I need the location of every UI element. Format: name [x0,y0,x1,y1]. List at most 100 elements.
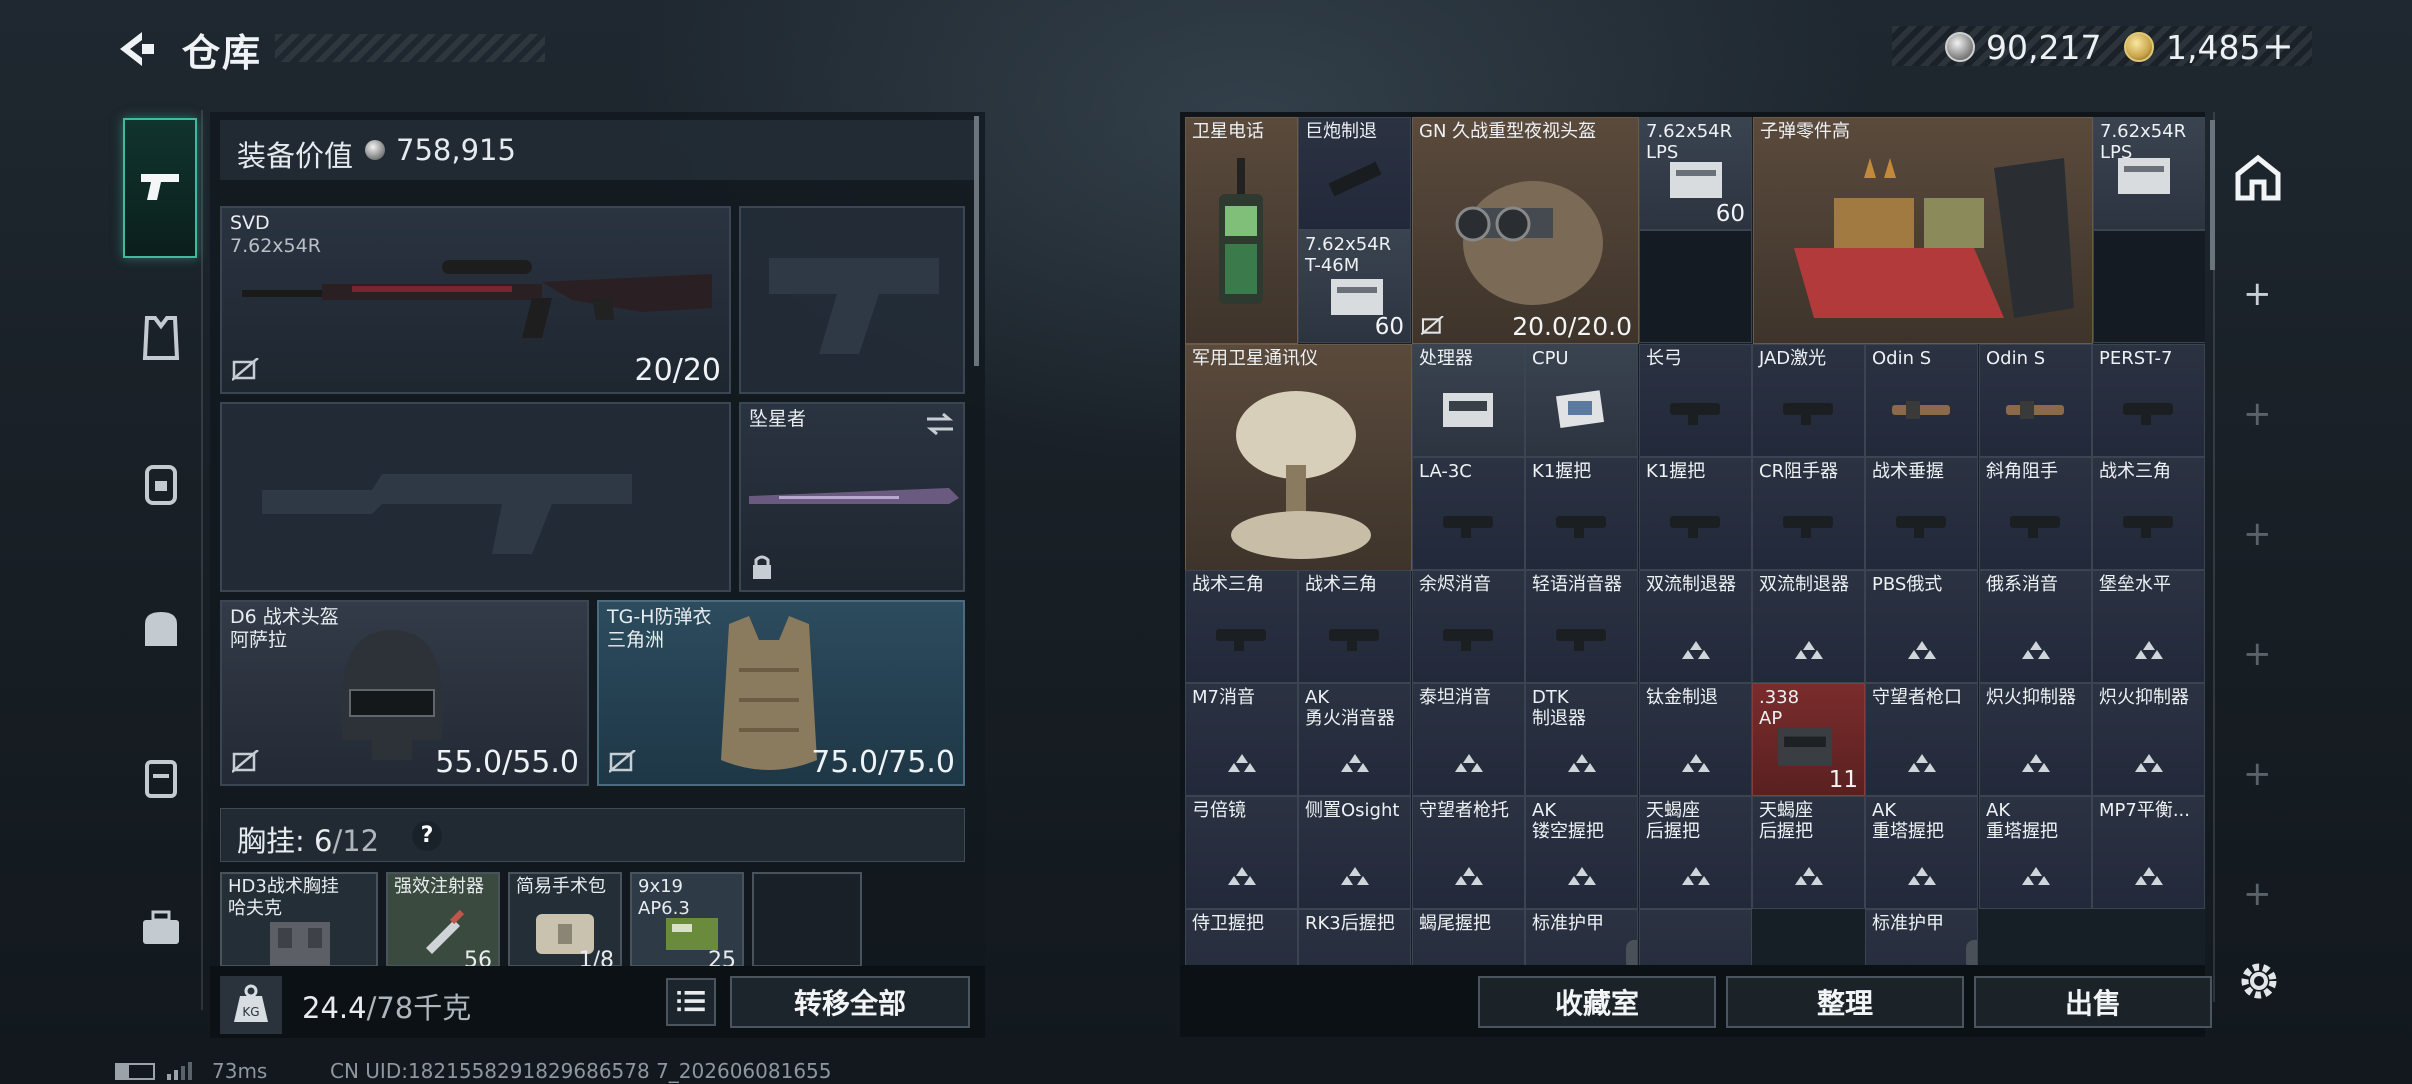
stash-item[interactable]: DTK 制退器 [1525,683,1638,796]
stash-item[interactable]: 标准护甲 [1525,909,1638,965]
stash-item[interactable]: 标准护甲 [1865,909,1978,965]
item-name: 轻语消音器 [1532,574,1622,595]
stash-item[interactable]: RK3后握把 [1298,909,1411,965]
chest-rig-item[interactable]: HD3战术胸挂 哈夫克 [220,872,378,969]
stash-item[interactable]: 炽火抑制器 [2092,683,2205,796]
syringe-image [426,909,465,954]
swap-icon[interactable] [925,412,955,436]
stash-scrollbar[interactable] [2210,120,2215,270]
settings-gear-icon[interactable] [2236,958,2282,1004]
stash-item[interactable]: JAD激光 [1752,344,1865,457]
list-view-button[interactable] [666,978,716,1026]
stash-item[interactable]: AK 勇火消音器 [1298,683,1411,796]
add-stash-page-button[interactable]: + [2243,874,2272,914]
chest-rig-empty-slot[interactable] [752,872,862,967]
stash-item[interactable]: 俄系消音 [1979,570,2092,683]
sort-button[interactable]: 整理 [1726,976,1964,1028]
stash-item[interactable]: 守望者枪托 [1412,796,1525,909]
stash-item[interactable]: AK 镂空握把 [1525,796,1638,909]
sell-button[interactable]: 出售 [1974,976,2212,1028]
stash-item[interactable]: AK 重塔握把 [1979,796,2092,909]
nav-case-tab[interactable] [133,748,189,804]
stash-item[interactable]: 炽火抑制器 [1979,683,2092,796]
stash-item[interactable]: 斜角阻手 [1979,457,2092,570]
stash-item[interactable]: 天蝎座 后握把 [1639,796,1752,909]
loadout-scrollbar[interactable] [974,116,979,366]
surgery-kit-item[interactable]: 简易手术包 1/8 [508,872,622,973]
stash-item-night-vision-helmet[interactable]: GN 久战重型夜视头盔 20.0/20.0 [1412,117,1639,344]
add-stash-page-button[interactable]: + [2243,754,2272,794]
back-arrow-icon[interactable] [112,28,158,70]
stash-item[interactable]: K1握把 [1639,457,1752,570]
nav-backpack-tab[interactable] [133,455,189,511]
stash-empty-cell[interactable] [1639,230,1752,343]
stash-empty-cell[interactable] [1639,909,1752,965]
ammo-box-image [1331,279,1383,315]
stash-item[interactable]: Odin S [1865,344,1978,457]
nav-bag-tab[interactable] [133,600,189,656]
stash-item[interactable]: 泰坦消音 [1412,683,1525,796]
stash-item[interactable]: CPU [1525,344,1638,457]
stash-item[interactable]: M7消音 [1185,683,1298,796]
add-stash-page-button[interactable]: + [2243,634,2272,674]
stash-item[interactable]: MP7平衡... [2092,796,2205,909]
stash-item[interactable]: 战术三角 [1185,570,1298,683]
stash-item[interactable]: 蝎尾握把 [1412,909,1525,965]
body-armor-slot[interactable]: TG-H防弹衣 三角洲 75.0/75.0 [597,600,965,786]
add-stash-page-button[interactable]: + [2243,514,2272,554]
stash-item[interactable]: K1握把 [1525,457,1638,570]
stash-item[interactable]: 余烬消音 [1412,570,1525,683]
stash-home-icon[interactable] [2232,152,2284,204]
armor-bag-image [1966,940,1977,965]
stash-item[interactable]: 7.62x54R LPS [2093,117,2205,230]
stash-item[interactable]: 钛金制退 [1639,683,1752,796]
item-name: CPU [1532,348,1569,369]
stash-item[interactable]: AK 重塔握把 [1865,796,1978,909]
add-stash-page-button[interactable]: + [2243,394,2272,434]
stash-item[interactable]: PBS俄式 [1865,570,1978,683]
stash-item[interactable]: LA-3C [1412,457,1525,570]
stash-item[interactable]: 巨炮制退 [1298,117,1411,230]
stash-item-satellite-phone[interactable]: 卫星电话 [1185,117,1298,344]
stash-item[interactable]: 双流制退器 [1639,570,1752,683]
stash-empty-cell[interactable] [2093,230,2205,343]
stash-item[interactable]: 战术三角 [1298,570,1411,683]
transfer-all-button[interactable]: 转移全部 [730,976,970,1028]
stash-item[interactable]: 长弓 [1639,344,1752,457]
stash-item[interactable]: 战术垂握 [1865,457,1978,570]
stash-item-ammo-parts[interactable]: 子弹零件高 [1753,117,2093,344]
stash-item[interactable]: 弓倍镜 [1185,796,1298,909]
stash-item-military-sat-comm[interactable]: 军用卫星通讯仪 [1185,344,1412,571]
stash-item[interactable]: 守望者枪口 [1865,683,1978,796]
stash-item[interactable]: CR阻手器 [1752,457,1865,570]
nav-weapon-tab[interactable] [123,118,197,258]
stash-item[interactable]: 侧置Osight [1298,796,1411,909]
pistol-slot-empty[interactable] [739,206,965,394]
ammo-9x19-item[interactable]: 9x19 AP6.3 25 [630,872,744,973]
primary-weapon-slot[interactable]: SVD 7.62x54R 20/20 [220,206,731,394]
add-currency-button[interactable]: + [2262,24,2294,68]
nav-vest-tab[interactable] [133,310,189,366]
stash-item[interactable]: 7.62x54R LPS 60 [1639,117,1752,230]
stash-item[interactable]: 天蝎座 后握把 [1752,796,1865,909]
stash-item[interactable]: 双流制退器 [1752,570,1865,683]
stash-item[interactable]: 处理器 [1412,344,1525,457]
stash-item[interactable]: Odin S [1979,344,2092,457]
stash-item[interactable]: .338 AP 11 [1752,683,1865,796]
item-name: 守望者枪托 [1419,800,1509,821]
secondary-weapon-slot-empty[interactable] [220,402,731,592]
stash-item[interactable]: PERST-7 [2092,344,2205,457]
chest-rig-help-button[interactable]: ? [412,821,442,851]
melee-slot[interactable]: 坠星者 [739,402,965,592]
chest-rig-image [270,922,330,969]
injector-item[interactable]: 强效注射器 56 [386,872,500,973]
nav-medkit-tab[interactable] [133,900,189,956]
helmet-slot[interactable]: D6 战术头盔 阿萨拉 55.0/55.0 [220,600,589,786]
stash-item[interactable]: 侍卫握把 [1185,909,1298,965]
stash-item[interactable]: 堡垒水平 [2092,570,2205,683]
stash-item[interactable]: 战术三角 [2092,457,2205,570]
stash-item[interactable]: 7.62x54R T-46M 60 [1298,230,1411,343]
collection-room-button[interactable]: 收藏室 [1478,976,1716,1028]
stash-item[interactable]: 轻语消音器 [1525,570,1638,683]
add-stash-page-button[interactable]: + [2243,274,2272,314]
